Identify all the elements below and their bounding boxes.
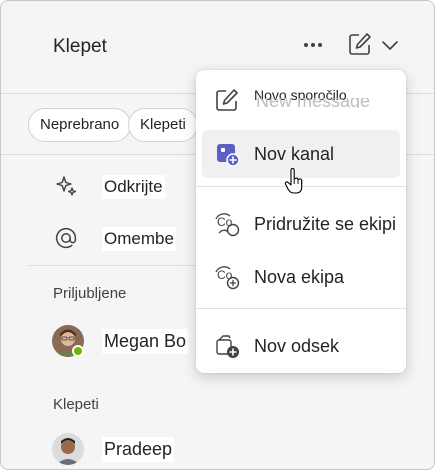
more-options-button[interactable]	[299, 33, 327, 57]
new-item-menu: Novo sporočilo New message Nov kanal Co …	[196, 70, 406, 373]
menu-item-new-message[interactable]: Novo sporočilo New message	[202, 76, 400, 124]
nav-item-label: Odkrijte	[102, 175, 165, 199]
person-name: Megan Bo	[102, 329, 189, 354]
person-photo-icon	[52, 433, 84, 465]
nav-item-label: Omembe	[102, 227, 176, 251]
menu-item-join-team[interactable]: Co Pridružite se ekipi	[202, 200, 400, 248]
menu-item-new-section[interactable]: Nov odsek	[202, 322, 400, 370]
compose-button[interactable]	[347, 31, 373, 57]
menu-item-label: Pridružite se ekipi	[254, 214, 397, 234]
compose-options-button[interactable]	[379, 35, 401, 55]
menu-item-ghost-label: New message	[256, 98, 371, 108]
list-item-chat[interactable]: Pradeep	[1, 429, 201, 469]
compose-icon	[349, 33, 371, 55]
at-sign-icon	[55, 227, 77, 249]
chevron-down-icon	[382, 41, 398, 50]
menu-item-label: Nova ekipa	[254, 267, 345, 287]
status-available-badge	[72, 345, 84, 357]
new-section-icon	[216, 335, 239, 358]
nav-item-mentions[interactable]: Omembe	[1, 219, 201, 259]
nav-item-discover[interactable]: Odkrijte	[1, 167, 201, 207]
avatar	[52, 325, 84, 357]
filter-chip-chats[interactable]: Klepeti	[128, 108, 198, 142]
nav-divider	[28, 265, 198, 266]
section-label-chats: Klepeti	[53, 396, 99, 413]
menu-item-label: Nov kanal	[254, 144, 335, 164]
more-horizontal-icon	[304, 43, 322, 47]
menu-item-label: Nov odsek	[254, 336, 340, 356]
page-title: Klepet	[53, 36, 107, 57]
filter-chip-unread[interactable]: Neprebrano	[28, 108, 132, 142]
new-channel-icon	[217, 144, 240, 167]
person-name: Pradeep	[102, 437, 175, 462]
menu-item-new-team[interactable]: Co Nova ekipa	[202, 253, 400, 301]
section-label-favorites: Priljubljene	[53, 285, 127, 302]
avatar	[52, 433, 84, 465]
menu-divider	[196, 308, 406, 309]
compose-icon	[216, 89, 238, 111]
sparkle-icon	[56, 176, 77, 196]
hand-pointer-icon	[284, 168, 303, 194]
join-team-icon: Co	[215, 213, 240, 237]
new-team-icon: Co	[215, 266, 240, 290]
list-item-favorite[interactable]: Megan Bo	[1, 321, 201, 365]
